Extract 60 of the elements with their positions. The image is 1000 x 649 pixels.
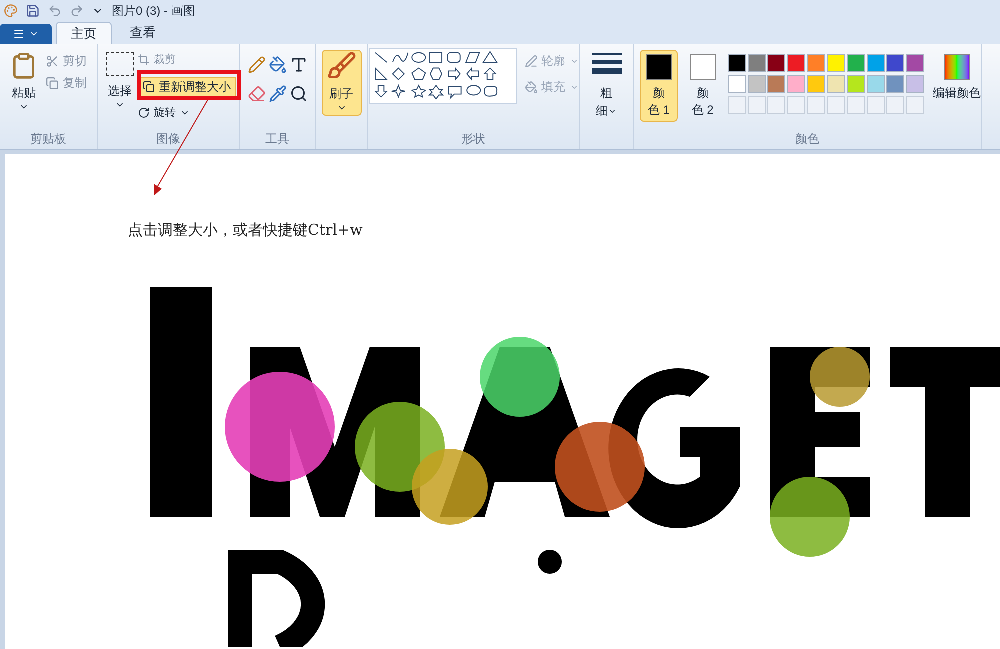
copy-icon (46, 76, 59, 90)
color-swatch[interactable] (826, 54, 845, 72)
menu-icon (13, 28, 25, 40)
color-swatch[interactable] (728, 75, 746, 93)
fill-bucket-icon (524, 80, 538, 94)
line-width-icon (592, 52, 622, 76)
undo-icon[interactable] (48, 4, 62, 18)
color-swatch[interactable] (846, 54, 865, 72)
color-swatch[interactable] (886, 75, 904, 93)
resize-button[interactable]: 重新调整大小 (138, 76, 236, 96)
crop-icon (138, 54, 150, 66)
size-button[interactable]: 粗 细 (592, 52, 622, 120)
rotate-button[interactable]: 旋转 (138, 104, 236, 121)
color-swatch[interactable] (748, 75, 766, 93)
group-label: 剪贴板 (30, 133, 66, 145)
ribbon-tab[interactable]: 主页 (56, 22, 112, 44)
color-swatch[interactable] (728, 54, 746, 72)
resize-icon (143, 80, 155, 92)
annotation-text: 点击调整大小，或者快捷键Ctrl+w (128, 220, 364, 241)
text-icon[interactable] (290, 56, 308, 74)
color-swatch[interactable] (767, 54, 786, 72)
rotate-icon (138, 106, 150, 119)
edit-colors-button[interactable]: 编辑颜色 (933, 50, 982, 133)
color-swatch[interactable] (886, 54, 904, 72)
color-slot-button[interactable]: 颜 色 1 (640, 50, 678, 122)
pen-icon (524, 54, 538, 68)
window-title: 图片0 (3) - 画图 (112, 3, 196, 20)
color-swatch[interactable] (787, 54, 806, 72)
color-swatch[interactable] (748, 54, 766, 72)
fill-bucket-icon[interactable] (268, 56, 286, 74)
color-swatch[interactable] (807, 75, 826, 93)
color-swatch[interactable] (906, 54, 924, 72)
brush-button[interactable]: 刷子 (322, 50, 362, 116)
color-picker-icon[interactable] (268, 85, 286, 103)
color-swatch[interactable] (767, 75, 786, 93)
color-swatch[interactable] (906, 75, 924, 93)
select-button[interactable]: 选择 (106, 52, 134, 133)
color-swatch[interactable] (807, 54, 826, 72)
magnifier-icon[interactable] (290, 85, 308, 103)
redo-icon[interactable] (70, 4, 84, 18)
pencil-icon[interactable] (248, 56, 266, 74)
color-swatch[interactable] (826, 75, 845, 93)
brush-icon (326, 51, 356, 81)
shapes-gallery-drawing[interactable] (368, 48, 516, 104)
paste-button[interactable]: 粘贴 (10, 52, 38, 133)
color-swatch[interactable] (846, 75, 865, 93)
scissors-icon (46, 54, 59, 68)
group-label: 颜色 (796, 133, 820, 145)
group-label: 工具 (266, 133, 290, 145)
group-label: 图像 (156, 133, 180, 145)
save-icon[interactable] (26, 4, 40, 18)
app-icon (4, 4, 18, 18)
color-swatch[interactable] (866, 75, 885, 93)
ribbon-tab[interactable]: 查看 (116, 22, 170, 44)
file-menu-button[interactable] (0, 24, 52, 44)
color-swatch[interactable] (866, 54, 885, 72)
color-slot-button[interactable]: 颜 色 2 (684, 50, 722, 122)
group-label: 形状 (462, 133, 486, 145)
color-swatch[interactable] (787, 75, 806, 93)
eraser-icon[interactable] (248, 85, 266, 103)
